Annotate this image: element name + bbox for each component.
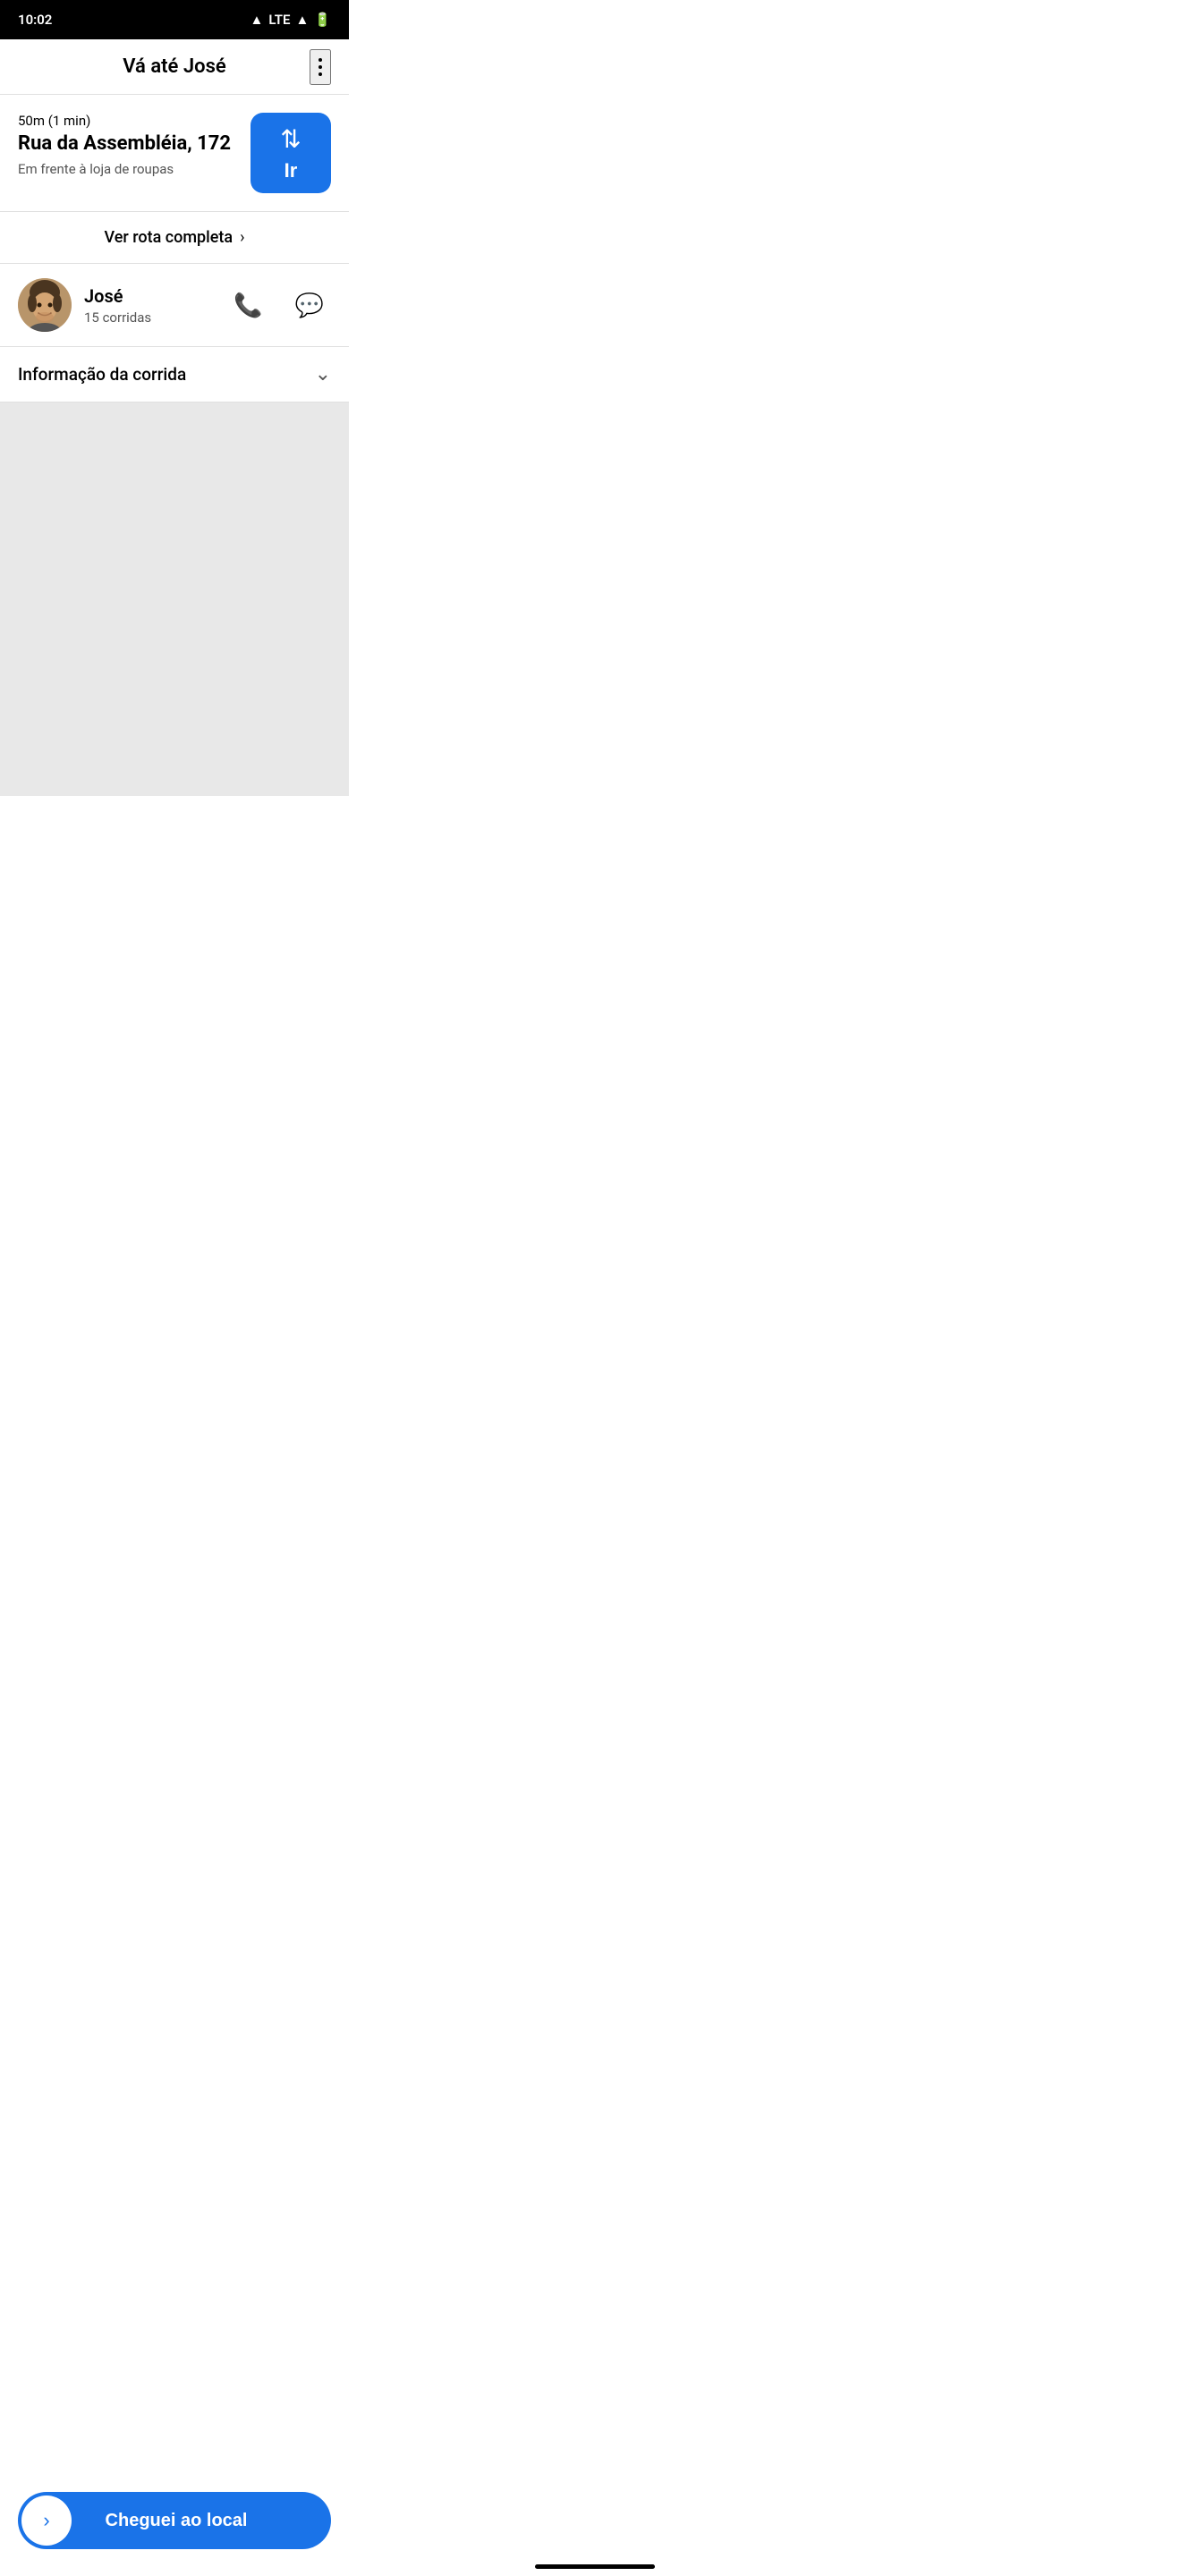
battery-icon: 🔋 xyxy=(314,12,331,28)
signal-icon: ▲ xyxy=(295,12,309,28)
driver-section: José 15 corridas 📞 💬 xyxy=(0,264,349,347)
go-label: Ir xyxy=(285,159,298,182)
message-button[interactable]: 💬 xyxy=(288,284,331,326)
navigation-card: 50m (1 min) Rua da Assembléia, 172 Em fr… xyxy=(0,95,349,212)
arrived-button[interactable]: › Cheguei ao local xyxy=(18,2492,331,2549)
info-label: Informação da corrida xyxy=(18,364,186,385)
driver-actions: 📞 💬 xyxy=(226,284,331,326)
go-icon: ⇅ xyxy=(280,124,301,154)
page-title: Vá até José xyxy=(123,55,225,78)
driver-info: José 15 corridas xyxy=(84,285,214,326)
route-link[interactable]: Ver rota completa › xyxy=(0,212,349,264)
chevron-down-icon: ⌄ xyxy=(315,363,331,386)
nav-duration: 50m (1 min) xyxy=(18,113,236,129)
nav-info: 50m (1 min) Rua da Assembléia, 172 Em fr… xyxy=(18,113,236,177)
arrived-label: Cheguei ao local xyxy=(72,2511,281,2531)
lte-label: LTE xyxy=(268,12,290,28)
dot-2 xyxy=(318,65,322,69)
arrow-right-icon: › xyxy=(43,2509,49,2532)
phone-icon: 📞 xyxy=(234,292,262,319)
message-icon: 💬 xyxy=(295,292,324,319)
arrived-btn-circle: › xyxy=(21,2496,72,2546)
go-button[interactable]: ⇅ Ir xyxy=(251,113,331,193)
nav-address: Rua da Assembléia, 172 xyxy=(18,132,236,156)
status-bar: 10:02 ▲ LTE ▲ 🔋 xyxy=(0,0,349,39)
status-time: 10:02 xyxy=(18,12,52,28)
chevron-right-icon: › xyxy=(240,228,244,247)
menu-button[interactable] xyxy=(310,49,331,85)
route-link-label: Ver rota completa xyxy=(105,228,234,247)
home-indicator xyxy=(535,2564,655,2569)
dot-3 xyxy=(318,72,322,76)
map-area xyxy=(0,402,349,796)
driver-rides: 15 corridas xyxy=(84,309,214,326)
wifi-icon: ▲ xyxy=(251,12,264,28)
nav-hint: Em frente à loja de roupas xyxy=(18,161,236,177)
header: Vá até José xyxy=(0,39,349,95)
status-icons: ▲ LTE ▲ 🔋 xyxy=(251,12,331,28)
phone-button[interactable]: 📞 xyxy=(226,284,269,326)
dot-1 xyxy=(318,58,322,62)
info-section[interactable]: Informação da corrida ⌄ xyxy=(0,347,349,402)
arrived-section: › Cheguei ao local xyxy=(0,2478,349,2576)
driver-avatar xyxy=(18,278,72,332)
driver-name: José xyxy=(84,285,214,307)
